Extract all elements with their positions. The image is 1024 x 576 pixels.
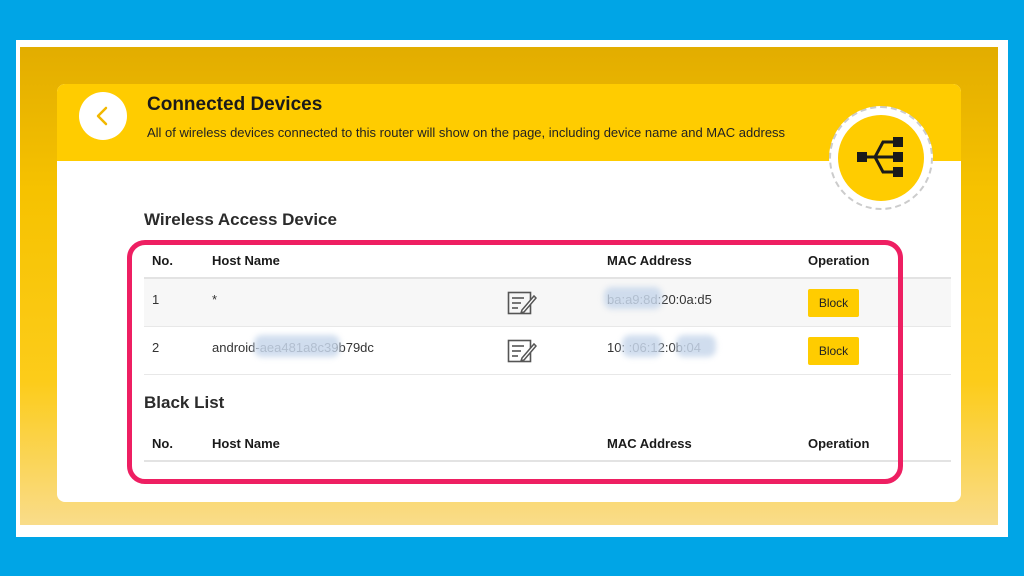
column-no: No. [152, 253, 173, 268]
blacklist-section-title: Black List [144, 393, 225, 412]
table-header: No. Host Name MAC Address Operation [144, 241, 951, 279]
column-no: No. [152, 436, 173, 451]
block-button[interactable]: Block [808, 337, 859, 365]
blacklist-table: No. Host Name MAC Address Operation [144, 424, 951, 462]
wireless-section-title: Wireless Access Device [144, 210, 337, 229]
page-title: Connected Devices [147, 94, 323, 115]
column-operation: Operation [808, 253, 870, 268]
column-mac-address: MAC Address [607, 436, 692, 451]
row-number: 1 [152, 292, 160, 307]
network-split-icon [857, 137, 903, 177]
table-header: No. Host Name MAC Address Operation [144, 424, 951, 462]
column-host-name: Host Name [212, 253, 280, 268]
table-row: 1 * ba:a9:8d:20:0a:d5 Block [144, 279, 951, 327]
chevron-left-icon [96, 106, 108, 126]
row-number: 2 [152, 340, 160, 355]
wireless-device-table: No. Host Name MAC Address Operation 1 * … [144, 241, 951, 375]
privacy-blur [676, 335, 716, 357]
panel-header: Connected Devices All of wireless device… [57, 84, 961, 161]
column-mac-address: MAC Address [607, 253, 692, 268]
table-row: 2 android-aea481a8c39b79dc 10: :06:12:0b… [144, 327, 951, 375]
privacy-blur [604, 287, 662, 309]
edit-note-icon[interactable] [507, 338, 537, 364]
hero-badge [829, 106, 933, 210]
block-button[interactable]: Block [808, 289, 859, 317]
privacy-blur [622, 335, 662, 357]
column-operation: Operation [808, 436, 870, 451]
column-host-name: Host Name [212, 436, 280, 451]
edit-note-icon[interactable] [507, 290, 537, 316]
row-host-name: * [212, 292, 218, 307]
back-button[interactable] [79, 92, 127, 140]
privacy-blur [254, 335, 340, 357]
page-description: All of wireless devices connected to thi… [147, 125, 786, 140]
